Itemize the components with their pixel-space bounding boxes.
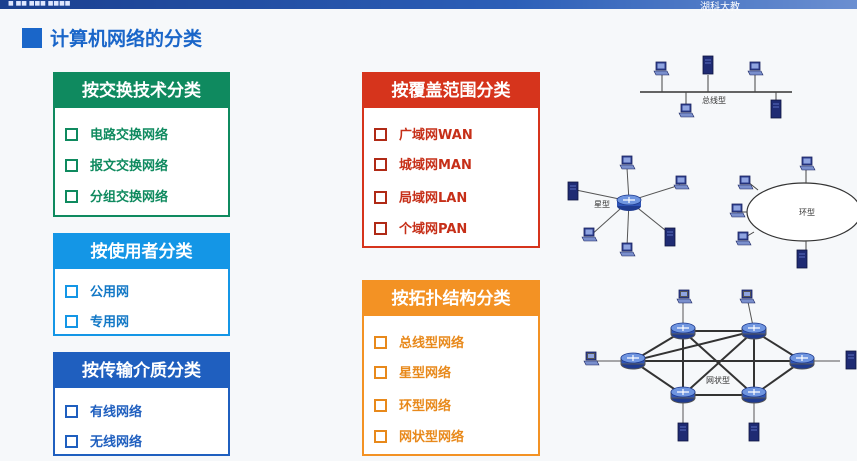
title-marker bbox=[22, 28, 42, 48]
category-item: 有线网络 bbox=[65, 401, 142, 420]
category-item: 星型网络 bbox=[374, 362, 451, 381]
switching-category-box: 按交换技术分类 电路交换网络 报文交换网络 分组交换网络 bbox=[53, 72, 230, 217]
mesh-devices bbox=[583, 289, 857, 442]
category-item: 电路交换网络 bbox=[65, 124, 168, 143]
users-category-box: 按使用者分类 公用网 专用网 bbox=[53, 233, 230, 336]
star-topology-diagram: 星型 bbox=[567, 155, 690, 257]
topology-category-title: 按拓扑结构分类 bbox=[364, 282, 538, 316]
checkbox-icon bbox=[374, 222, 387, 235]
checkbox-icon bbox=[65, 128, 78, 141]
checkbox-icon bbox=[65, 315, 78, 328]
mesh-topology-diagram bbox=[632, 330, 803, 396]
coverage-category-title: 按覆盖范围分类 bbox=[364, 74, 538, 108]
mesh-label: 网状型 bbox=[706, 375, 730, 385]
category-item: 网状型网络 bbox=[374, 426, 464, 445]
users-category-title: 按使用者分类 bbox=[55, 235, 228, 269]
top-banner: ■ ■■ ■■■ ■■■■ 湖科大教 bbox=[0, 0, 857, 13]
banner-left-text: ■ ■■ ■■■ ■■■■ bbox=[8, 0, 71, 7]
topology-category-box: 按拓扑结构分类 总线型网络 星型网络 环型网络 网状型网络 bbox=[362, 280, 540, 456]
checkbox-icon bbox=[374, 399, 387, 412]
checkbox-icon bbox=[65, 405, 78, 418]
banner-right-text: 湖科大教 bbox=[700, 2, 740, 13]
star-label: 星型 bbox=[594, 200, 610, 209]
media-category-box: 按传输介质分类 有线网络 无线网络 bbox=[53, 352, 230, 456]
bus-label: 总线型 bbox=[702, 95, 726, 105]
checkbox-icon bbox=[65, 159, 78, 172]
category-item: 分组交换网络 bbox=[65, 186, 168, 205]
category-item: 公用网 bbox=[65, 281, 129, 300]
category-item: 局域网LAN bbox=[374, 187, 467, 206]
checkbox-icon bbox=[374, 128, 387, 141]
checkbox-icon bbox=[374, 336, 387, 349]
ring-topology-diagram: 环型 bbox=[729, 156, 857, 269]
category-item: 专用网 bbox=[65, 311, 129, 330]
coverage-category-box: 按覆盖范围分类 广域网WAN 城域网MAN 局域网LAN 个域网PAN bbox=[362, 72, 540, 248]
category-item: 环型网络 bbox=[374, 395, 451, 414]
category-item: 广域网WAN bbox=[374, 124, 473, 143]
checkbox-icon bbox=[65, 190, 78, 203]
checkbox-icon bbox=[374, 430, 387, 443]
category-item: 个域网PAN bbox=[374, 218, 467, 237]
category-item: 无线网络 bbox=[65, 431, 142, 450]
checkbox-icon bbox=[65, 435, 78, 448]
checkbox-icon bbox=[374, 366, 387, 379]
media-category-title: 按传输介质分类 bbox=[55, 354, 228, 388]
checkbox-icon bbox=[374, 191, 387, 204]
category-item: 城域网MAN bbox=[374, 154, 472, 173]
category-item: 报文交换网络 bbox=[65, 155, 168, 174]
category-item: 总线型网络 bbox=[374, 332, 464, 351]
switching-category-title: 按交换技术分类 bbox=[55, 74, 228, 108]
ring-label: 环型 bbox=[799, 208, 815, 217]
page-title: 计算机网络的分类 bbox=[50, 28, 203, 50]
bus-topology-diagram: 总线型 bbox=[640, 55, 792, 119]
checkbox-icon bbox=[374, 158, 387, 171]
checkbox-icon bbox=[65, 285, 78, 298]
